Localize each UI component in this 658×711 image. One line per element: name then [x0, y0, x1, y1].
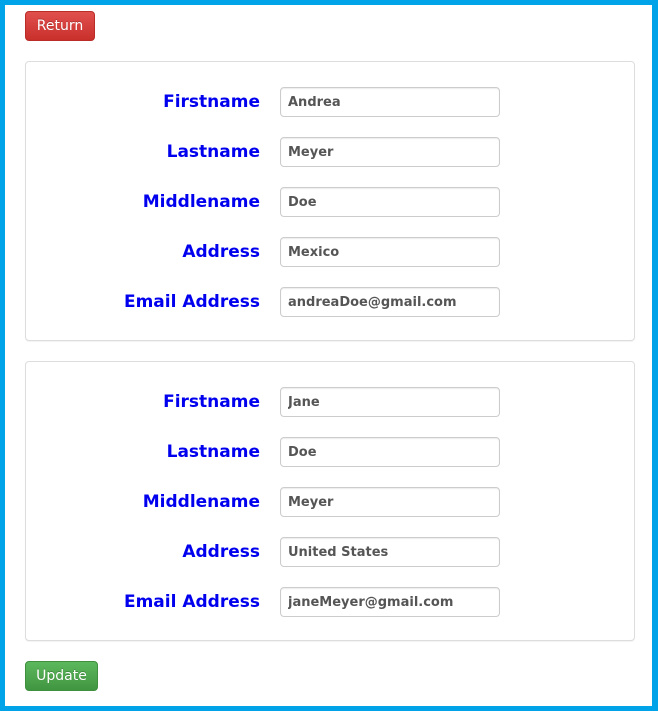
email-input[interactable] [280, 287, 500, 317]
firstname-input[interactable] [280, 87, 500, 117]
middlename-row: Middlename [26, 487, 634, 517]
lastname-input[interactable] [280, 437, 500, 467]
lastname-input[interactable] [280, 137, 500, 167]
address-label: Address [182, 242, 260, 262]
address-row: Address [26, 237, 634, 267]
middlename-label: Middlename [142, 192, 260, 212]
middlename-input[interactable] [280, 187, 500, 217]
firstname-row: Firstname [26, 387, 634, 417]
middlename-row: Middlename [26, 187, 634, 217]
address-input[interactable] [280, 537, 500, 567]
email-label: Email Address [123, 292, 260, 312]
middlename-input[interactable] [280, 487, 500, 517]
email-label: Email Address [123, 592, 260, 612]
firstname-label: Firstname [163, 92, 260, 112]
record-panel-1: Firstname Lastname Middlename Address Em… [25, 61, 635, 341]
email-row: Email Address [26, 287, 634, 317]
address-label: Address [182, 542, 260, 562]
address-row: Address [26, 537, 634, 567]
firstname-label: Firstname [163, 392, 260, 412]
firstname-input[interactable] [280, 387, 500, 417]
address-input[interactable] [280, 237, 500, 267]
record-panel-2: Firstname Lastname Middlename Address Em… [25, 361, 635, 641]
lastname-label: Lastname [166, 442, 260, 462]
email-row: Email Address [26, 587, 634, 617]
firstname-row: Firstname [26, 87, 634, 117]
return-button[interactable]: Return [25, 11, 95, 41]
lastname-row: Lastname [26, 437, 634, 467]
lastname-row: Lastname [26, 137, 634, 167]
email-input[interactable] [280, 587, 500, 617]
lastname-label: Lastname [166, 142, 260, 162]
update-button[interactable]: Update [25, 661, 98, 691]
middlename-label: Middlename [142, 492, 260, 512]
